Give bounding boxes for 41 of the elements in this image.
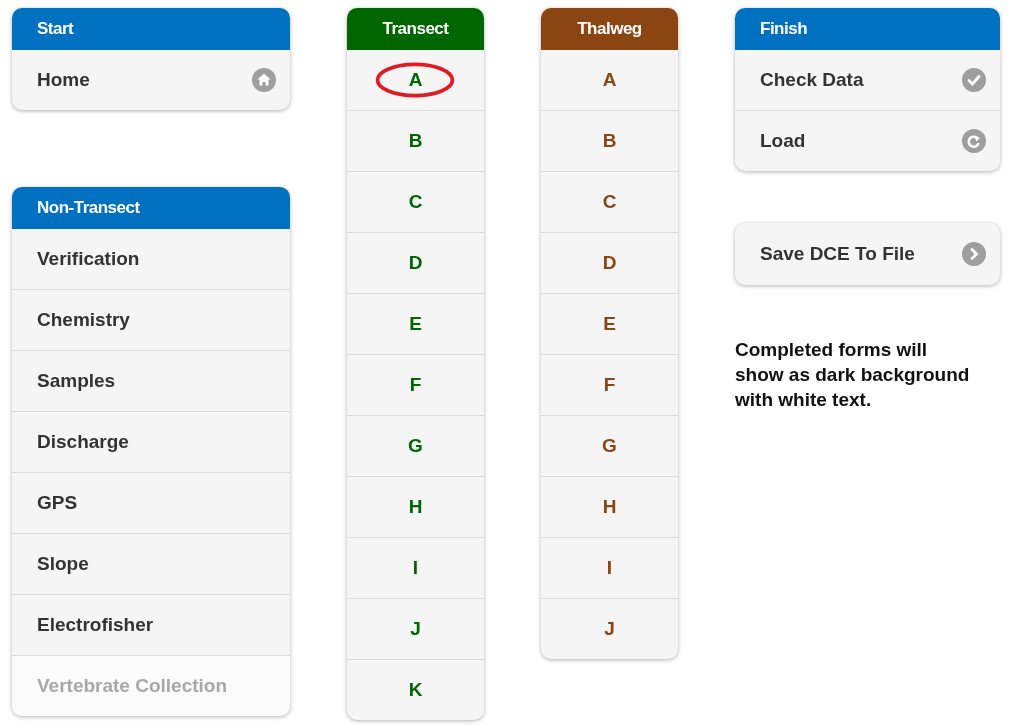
letter-item[interactable]: G: [347, 415, 484, 476]
menu-item[interactable]: Discharge: [12, 411, 290, 472]
letter-item[interactable]: K: [347, 659, 484, 720]
menu-item[interactable]: Load: [735, 110, 1000, 171]
menu-item[interactable]: Chemistry: [12, 289, 290, 350]
letter-item[interactable]: I: [347, 537, 484, 598]
letter-item[interactable]: I: [541, 537, 678, 598]
note-text: Completed forms will show as dark background with white text.: [735, 338, 971, 412]
card-header: Thalweg: [541, 8, 678, 50]
card-header: Non-Transect: [12, 187, 290, 229]
redo-icon: [962, 129, 986, 153]
letter-item[interactable]: J: [347, 598, 484, 659]
letter-item[interactable]: H: [347, 476, 484, 537]
menu-item[interactable]: Samples: [12, 350, 290, 411]
letter-item[interactable]: D: [347, 232, 484, 293]
menu-item[interactable]: Verification: [12, 229, 290, 289]
home-icon: [252, 68, 276, 92]
letter-item[interactable]: E: [541, 293, 678, 354]
letter-item[interactable]: B: [347, 110, 484, 171]
letter-item[interactable]: F: [347, 354, 484, 415]
letter-item[interactable]: G: [541, 415, 678, 476]
letter-item[interactable]: A: [347, 50, 484, 110]
menu-item[interactable]: GPS: [12, 472, 290, 533]
menu-item[interactable]: Slope: [12, 533, 290, 594]
letter-item[interactable]: A: [541, 50, 678, 110]
card-header: Finish: [735, 8, 1000, 50]
card-header: Start: [12, 8, 290, 50]
letter-item[interactable]: B: [541, 110, 678, 171]
letter-item[interactable]: C: [347, 171, 484, 232]
menu-item[interactable]: Home: [12, 50, 290, 110]
letter-item[interactable]: H: [541, 476, 678, 537]
card-header: Transect: [347, 8, 484, 50]
chevron-right-icon: [962, 242, 986, 266]
letter-item[interactable]: D: [541, 232, 678, 293]
letter-item[interactable]: J: [541, 598, 678, 659]
save-button[interactable]: Save DCE To File: [735, 223, 1000, 285]
menu-item[interactable]: Check Data: [735, 50, 1000, 110]
checkmark-icon: [962, 68, 986, 92]
letter-item[interactable]: E: [347, 293, 484, 354]
letter-item[interactable]: F: [541, 354, 678, 415]
letter-item[interactable]: C: [541, 171, 678, 232]
